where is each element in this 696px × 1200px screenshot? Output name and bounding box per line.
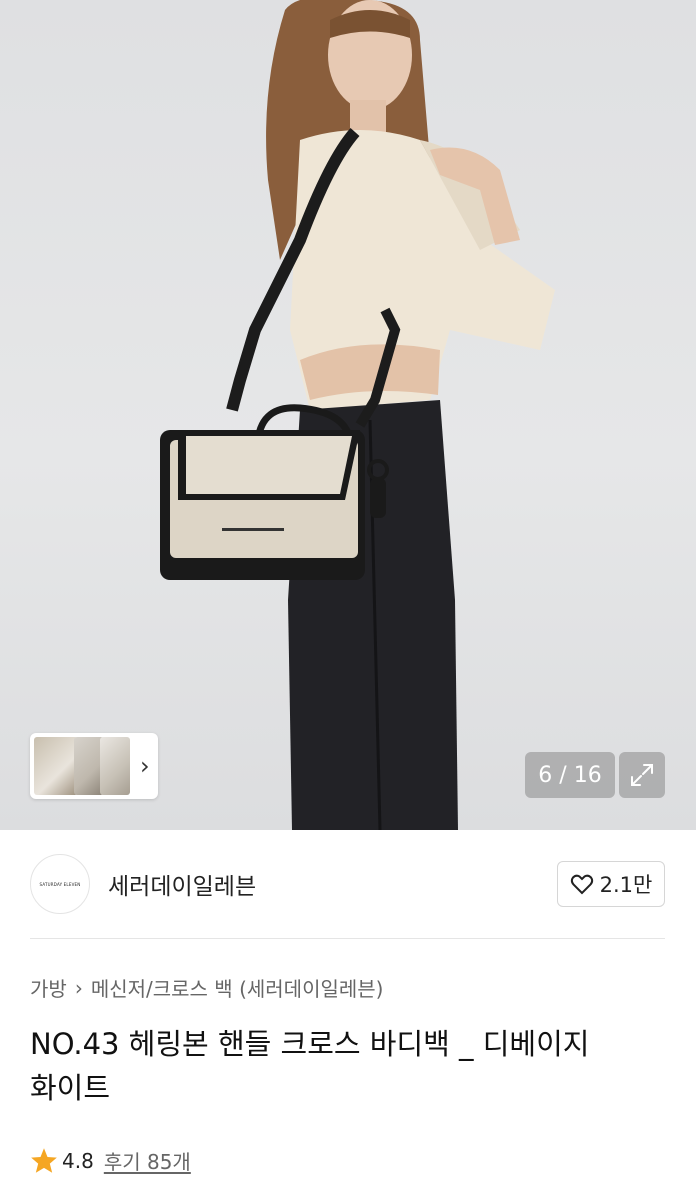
chevron-right-icon: › <box>74 975 83 1000</box>
chevron-right-icon[interactable]: › <box>140 754 150 778</box>
product-image-gallery[interactable]: › 6 / 16 <box>0 0 696 830</box>
seller-logo-text: SATURDAY ELEVEN <box>39 881 81 887</box>
thumbnail-image[interactable] <box>34 737 78 795</box>
divider <box>30 938 665 939</box>
seller-avatar[interactable]: SATURDAY ELEVEN <box>30 854 90 914</box>
rating-score: 4.8 <box>62 1148 94 1173</box>
product-title: NO.43 헤링본 핸들 크로스 바디백 _ 디베이지 화이트 <box>30 1022 670 1110</box>
rating-row: 4.8 후기 85개 <box>30 1146 191 1175</box>
expand-icon <box>631 764 653 786</box>
product-title-line: 화이트 <box>30 1071 111 1105</box>
seller-name[interactable]: 세러데이일레븐 <box>108 867 256 901</box>
like-button[interactable]: 2.1만 <box>557 861 665 907</box>
expand-button[interactable] <box>619 752 665 798</box>
star-icon <box>31 1148 57 1173</box>
thumbnail-image[interactable] <box>100 737 130 795</box>
thumbnail-strip[interactable]: › <box>30 733 158 799</box>
seller-row: SATURDAY ELEVEN 세러데이일레븐 2.1만 <box>30 853 665 915</box>
product-title-line: NO.43 헤링본 핸들 크로스 바디백 _ 디베이지 <box>30 1027 590 1061</box>
breadcrumb-item-bags[interactable]: 가방 <box>30 973 67 1002</box>
breadcrumb-item-category[interactable]: 메신저/크로스 백 (세러데이일레븐) <box>91 973 384 1002</box>
reviews-link[interactable]: 후기 85개 <box>104 1146 191 1175</box>
image-counter: 6 / 16 <box>525 752 615 798</box>
breadcrumb: 가방 › 메신저/크로스 백 (세러데이일레븐) <box>30 973 383 1002</box>
product-photo <box>160 0 555 830</box>
heart-icon <box>570 874 593 895</box>
like-count: 2.1만 <box>599 873 653 897</box>
